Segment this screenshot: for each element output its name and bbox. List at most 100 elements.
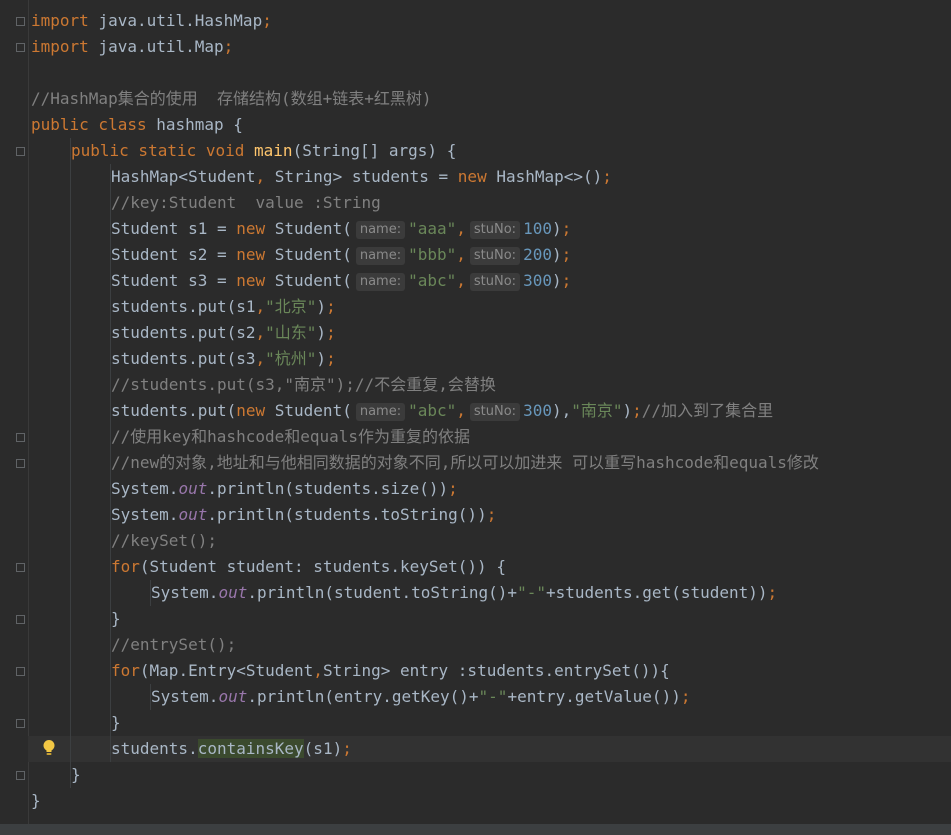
code-token: ) [316,349,327,368]
code-token: .println(students.size()) [207,479,449,498]
parameter-hint: stuNo: [469,403,521,421]
line-text: students.put(s3,"杭州"); [111,346,336,372]
code-line[interactable]: public class hashmap { [28,112,951,138]
code-token: students.put(s1 [111,297,256,316]
code-token: (String[] args) { [292,141,457,160]
code-line[interactable]: //students.put(s3,"南京");//不会重复,会替换 [28,372,951,398]
code-line[interactable]: students.containsKey(s1); [28,736,951,762]
status-bar [0,824,951,835]
fold-marker-icon[interactable] [16,147,25,156]
code-line[interactable]: } [28,606,951,632]
indent-guide [70,606,71,632]
code-line[interactable]: //entrySet(); [28,632,951,658]
code-line[interactable]: System.out.println(entry.getKey()+"-"+en… [28,684,951,710]
fold-marker-icon[interactable] [16,459,25,468]
code-line[interactable]: for(Map.Entry<Student,String> entry :stu… [28,658,951,684]
indent-guide [110,684,111,710]
code-line[interactable]: Student s1 = new Student(name: "aaa", stuN… [28,216,951,242]
parameter-hint: name: [355,247,406,265]
code-token: ; [262,11,272,30]
fold-marker-icon[interactable] [16,43,25,52]
code-line[interactable]: //key:Student value :String [28,190,951,216]
code-area[interactable]: import java.util.HashMap; import java.uti… [28,0,951,835]
code-line[interactable]: System.out.println(students.size()); [28,476,951,502]
indent-guide [70,346,71,372]
code-token: Student( [274,245,352,264]
code-token: "杭州" [265,349,317,368]
code-token: //加入到了集合里 [641,401,774,420]
indent-guide [70,684,71,710]
code-line[interactable]: //使用key和hashcode和equals作为重复的依据 [28,424,951,450]
code-token: java.util.HashMap [98,11,263,30]
code-line[interactable]: import java.util.HashMap; [28,8,951,34]
code-token: , [313,661,323,680]
code-token: 100 [523,219,552,238]
code-line[interactable]: } [28,788,951,814]
code-line[interactable]: System.out.println(students.toString()); [28,502,951,528]
code-line[interactable]: System.out.println(student.toString()+"-… [28,580,951,606]
code-token: import [31,11,99,30]
code-token: +students.get(student)) [545,583,768,602]
code-line[interactable]: } [28,762,951,788]
code-line[interactable]: students.put(s1,"北京"); [28,294,951,320]
code-line[interactable]: students.put(s2,"山东"); [28,320,951,346]
code-line[interactable]: Student s3 = new Student(name: "abc", stuN… [28,268,951,294]
code-token: ) [622,401,633,420]
code-line[interactable]: import java.util.Map; [28,34,951,60]
fold-marker-icon[interactable] [16,615,25,624]
code-line[interactable]: Student s2 = new Student(name: "bbb", stuN… [28,242,951,268]
code-line[interactable]: for(Student student: students.keySet()) … [28,554,951,580]
indent-guide [70,580,71,606]
code-token: ; [326,297,336,316]
code-token: for [111,661,140,680]
code-token: ) [551,245,562,264]
code-token: //HashMap集合的使用 存储结构(数组+链表+红黑树) [31,89,432,108]
fold-marker-icon[interactable] [16,667,25,676]
code-token: String> students = [274,167,458,186]
code-line[interactable] [28,60,951,86]
code-line[interactable]: //HashMap集合的使用 存储结构(数组+链表+红黑树) [28,86,951,112]
fold-marker-icon[interactable] [16,433,25,442]
line-text: public class hashmap { [31,112,243,138]
fold-marker-icon[interactable] [16,17,25,26]
code-editor[interactable]: import java.util.HashMap; import java.uti… [0,0,951,835]
code-token: Student s2 = [111,245,237,264]
code-line[interactable]: HashMap<Student, String> students = new … [28,164,951,190]
code-token: 200 [523,245,552,264]
code-token: ; [602,167,612,186]
fold-marker-icon[interactable] [16,771,25,780]
code-token: System. [111,505,179,524]
indent-guide [70,424,71,450]
code-line[interactable]: public static void main(String[] args) { [28,138,951,164]
code-token: new [236,245,275,264]
code-token: .println(student.toString()+ [247,583,518,602]
code-token: students.put( [111,401,237,420]
code-line[interactable]: students.put(s3,"杭州"); [28,346,951,372]
code-token: System. [151,687,219,706]
indent-guide [70,320,71,346]
code-token: "aaa" [408,219,457,238]
code-token: students.put(s3 [111,349,256,368]
code-line[interactable]: students.put(new Student(name: "abc", stuN… [28,398,951,424]
fold-marker-icon[interactable] [16,719,25,728]
code-token: //keySet(); [111,531,217,550]
code-line[interactable]: //keySet(); [28,528,951,554]
line-text: Student s2 = new Student(name: "bbb", stuN… [111,242,571,268]
code-token: System. [111,479,179,498]
code-line[interactable]: //new的对象,地址和与他相同数据的对象不同,所以可以加进来 可以重写hash… [28,450,951,476]
parameter-hint: stuNo: [469,273,521,291]
line-text: for(Student student: students.keySet()) … [111,554,506,580]
line-text: System.out.println(students.size()); [111,476,458,502]
code-token: HashMap<>() [496,167,603,186]
code-token: } [71,765,81,784]
line-text: //keySet(); [111,528,217,554]
indent-guide [70,736,71,762]
code-line[interactable]: } [28,710,951,736]
line-text: Student s3 = new Student(name: "abc", stuN… [111,268,571,294]
code-token: Student( [274,219,352,238]
code-token: public class [31,115,157,134]
lightbulb-icon[interactable] [42,739,56,757]
line-text: Student s1 = new Student(name: "aaa", stuN… [111,216,571,242]
code-token: , [456,271,466,290]
fold-marker-icon[interactable] [16,563,25,572]
